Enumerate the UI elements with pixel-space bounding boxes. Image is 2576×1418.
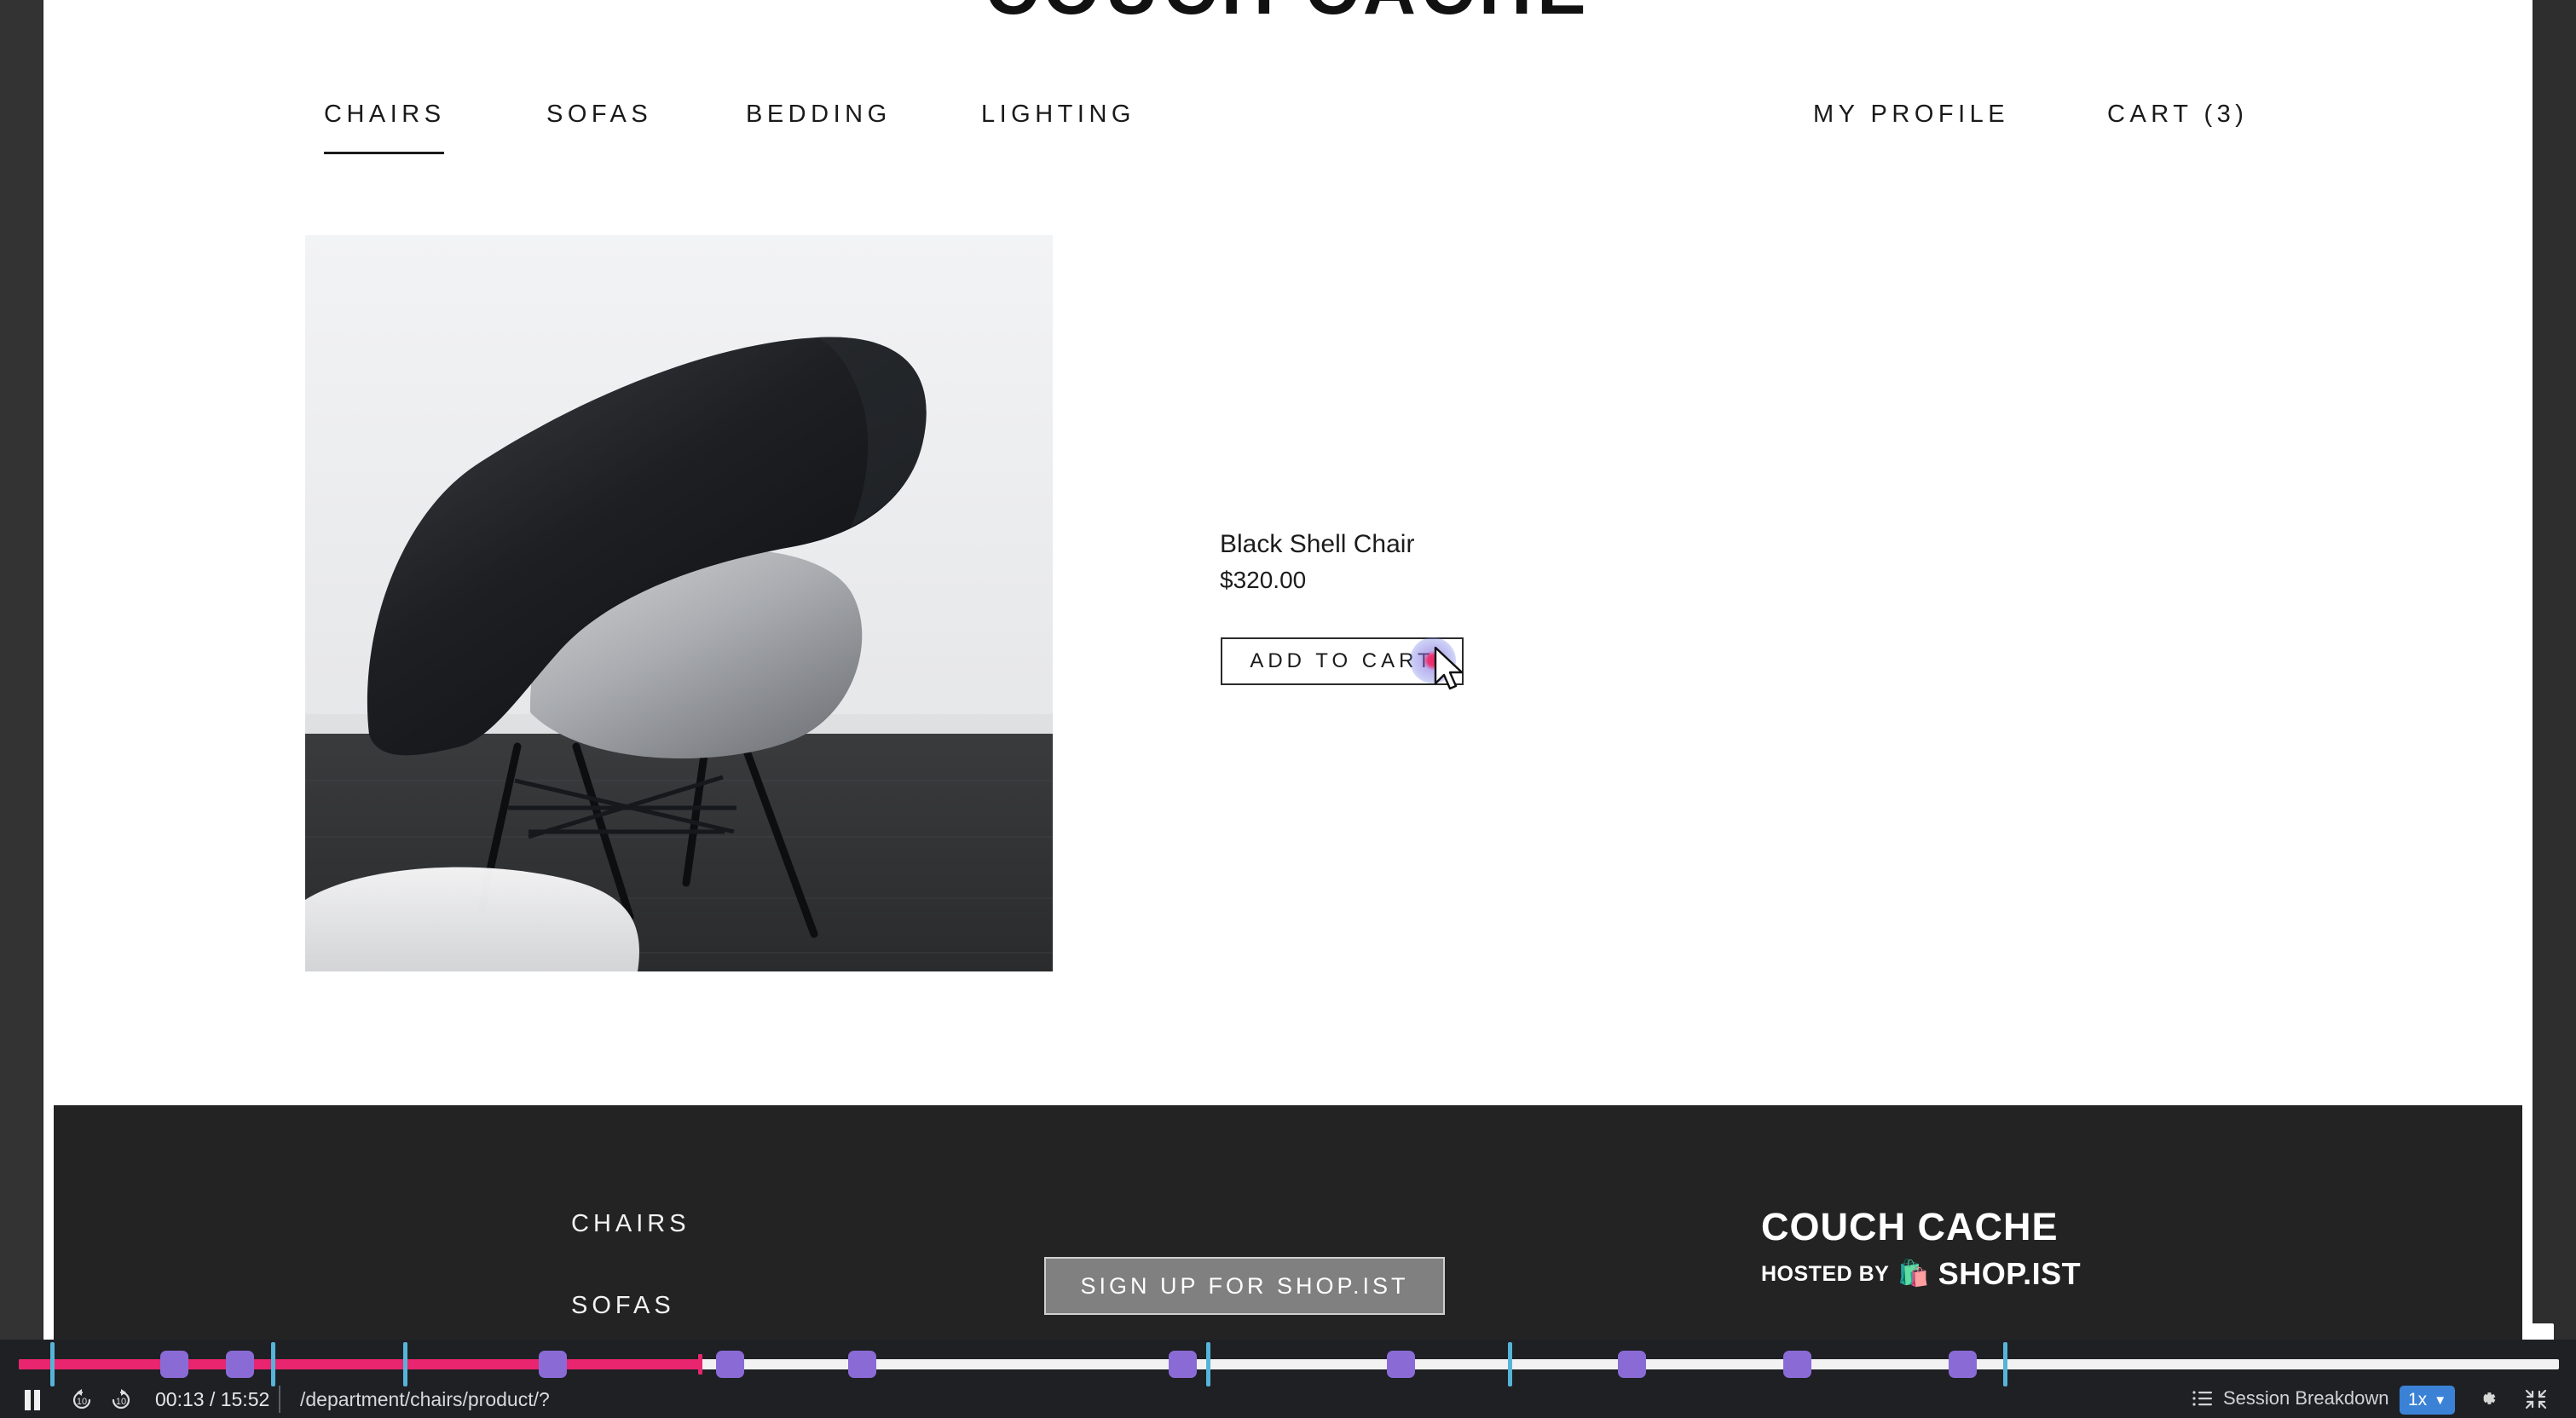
viewport-gutter-left xyxy=(0,0,43,1340)
site-logo: COUCH CACHE xyxy=(43,0,2533,32)
viewport-gutter-right xyxy=(2533,0,2576,1340)
footer-brand: COUCH CACHE HOSTED BY 🛍️ SHOP.IST xyxy=(1761,1208,2081,1292)
timeline-marker[interactable] xyxy=(2003,1342,2008,1386)
timeline-scrubber[interactable] xyxy=(19,1342,2559,1386)
footer-hosted-by: HOSTED BY 🛍️ SHOP.IST xyxy=(1761,1256,2081,1292)
timeline-event[interactable] xyxy=(159,1351,188,1378)
timeline-event[interactable] xyxy=(716,1351,745,1378)
nav-item-cart[interactable]: CART (3) xyxy=(2107,101,2248,129)
host-name: SHOP.IST xyxy=(1938,1256,2082,1291)
signup-button[interactable]: SIGN UP FOR SHOP.IST xyxy=(1044,1257,1445,1315)
timeline-progress xyxy=(19,1359,700,1369)
nav-item-bedding[interactable]: BEDDING xyxy=(746,101,892,129)
add-to-cart-button[interactable]: ADD TO CART xyxy=(1221,637,1464,685)
product-price: $320.00 xyxy=(1220,566,1307,593)
timeline-event[interactable] xyxy=(848,1351,877,1378)
timeline-event[interactable] xyxy=(1783,1351,1811,1378)
timeline-event[interactable] xyxy=(1948,1351,1977,1378)
current-page-url[interactable]: /department/chairs/product/? xyxy=(300,1388,550,1411)
collapse-icon[interactable] xyxy=(2525,1389,2547,1414)
footer-brand-name: COUCH CACHE xyxy=(1761,1205,2059,1248)
playback-speed-label: 1x xyxy=(2408,1390,2428,1409)
shopping-bags-icon: 🛍️ xyxy=(1897,1259,1930,1288)
footer-link-sofas[interactable]: SOFAS xyxy=(571,1292,675,1320)
chevron-down-icon: ▼ xyxy=(2434,1392,2447,1408)
gear-icon[interactable] xyxy=(2476,1387,2498,1414)
timeline-marker[interactable] xyxy=(271,1342,275,1386)
product-image[interactable] xyxy=(305,235,1053,971)
nav-item-my-profile[interactable]: MY PROFILE xyxy=(1813,101,2009,129)
player-controls-row: 10 10 00:13 / 15:52 /department/chairs/p… xyxy=(0,1386,2576,1418)
timeline-event[interactable] xyxy=(1618,1351,1647,1378)
product-title: Black Shell Chair xyxy=(1220,530,1415,558)
nav-item-sofas[interactable]: SOFAS xyxy=(546,101,652,129)
hosted-by-label: HOSTED BY xyxy=(1761,1261,1890,1286)
timeline-marker[interactable] xyxy=(49,1342,55,1386)
nav-item-lighting[interactable]: LIGHTING xyxy=(981,101,1135,129)
timeline-marker[interactable] xyxy=(1205,1342,1210,1386)
main-navigation: CHAIRS SOFAS BEDDING LIGHTING MY PROFILE… xyxy=(43,101,2533,160)
forward-10-icon[interactable]: 10 xyxy=(109,1387,133,1413)
product-info: Black Shell Chair $320.00 xyxy=(1220,530,1816,594)
timeline-event[interactable] xyxy=(1168,1351,1197,1378)
timeline-marker[interactable] xyxy=(1508,1342,1513,1386)
timeline-event[interactable] xyxy=(1387,1351,1416,1378)
player-control-bar: 10 10 00:13 / 15:52 /department/chairs/p… xyxy=(0,1340,2576,1418)
list-icon xyxy=(2192,1391,2212,1406)
session-replay-player: COUCH CACHE CHAIRS SOFAS BEDDING LIGHTIN… xyxy=(0,0,2576,1418)
black-shell-chair-photo xyxy=(305,235,1053,971)
control-divider xyxy=(279,1386,280,1413)
svg-text:10: 10 xyxy=(116,1397,126,1407)
timeline-marker[interactable] xyxy=(402,1342,407,1386)
nav-item-chairs[interactable]: CHAIRS xyxy=(324,101,446,154)
site-footer: CHAIRS SOFAS SIGN UP FOR SHOP.IST COUCH … xyxy=(54,1105,2522,1340)
timeline-event[interactable] xyxy=(226,1351,255,1378)
time-code: 00:13 / 15:52 xyxy=(155,1388,270,1410)
playback-speed-select[interactable]: 1x ▼ xyxy=(2400,1386,2456,1415)
timeline-playhead[interactable] xyxy=(697,1354,702,1375)
session-breakdown-label: Session Breakdown xyxy=(2223,1387,2389,1409)
timeline-event[interactable] xyxy=(538,1351,567,1378)
pause-icon[interactable] xyxy=(22,1387,43,1413)
session-breakdown-button[interactable]: Session Breakdown xyxy=(2192,1387,2388,1409)
footer-link-chairs[interactable]: CHAIRS xyxy=(571,1210,690,1238)
svg-text:10: 10 xyxy=(77,1397,87,1407)
rewind-10-icon[interactable]: 10 xyxy=(70,1387,94,1413)
replay-viewport: COUCH CACHE CHAIRS SOFAS BEDDING LIGHTIN… xyxy=(43,0,2533,1340)
